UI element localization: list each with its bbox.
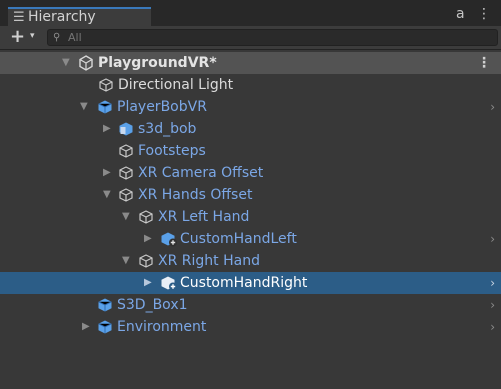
tree-row[interactable]: Directional Light (0, 74, 501, 96)
unity-scene-icon (78, 55, 94, 71)
tree-row-label: Directional Light (118, 77, 234, 93)
scene-header[interactable]: ▼ PlaygroundVR* ⋮ (0, 52, 501, 74)
create-button[interactable]: + (10, 27, 25, 47)
gameobject-icon (118, 165, 134, 181)
chevron-right-icon[interactable]: › (490, 99, 495, 115)
tree-row-selected[interactable]: ▶ CustomHandRight › (0, 272, 501, 294)
fold-arrow-collapsed-icon[interactable]: ▶ (144, 276, 152, 290)
tree-row-label: s3d_bob (138, 121, 197, 137)
fold-arrow-collapsed-icon[interactable]: ▶ (103, 166, 111, 180)
fold-arrow-expanded-icon[interactable]: ▼ (80, 100, 88, 114)
prefab-icon (97, 99, 113, 115)
tree-row[interactable]: ▶ XR Camera Offset (0, 162, 501, 184)
lock-icon[interactable]: a (456, 6, 465, 22)
tab-actions: a ⋮ (448, 6, 491, 22)
hierarchy-tree: ▼ PlaygroundVR* ⋮ Directional Light ▼ Pl… (0, 50, 501, 389)
tree-row-label: XR Camera Offset (138, 165, 264, 181)
tree-row[interactable]: ▶ s3d_bob (0, 118, 501, 140)
chevron-right-icon[interactable]: › (490, 297, 495, 313)
tree-row[interactable]: ▶ Environment › (0, 316, 501, 338)
tree-row[interactable]: ▼ XR Hands Offset (0, 184, 501, 206)
search-field[interactable]: ⚲ (47, 29, 498, 46)
tree-row[interactable]: Footsteps (0, 140, 501, 162)
tree-row[interactable]: ▼ PlayerBobVR › (0, 96, 501, 118)
fold-arrow-collapsed-icon[interactable]: ▶ (144, 232, 152, 246)
gameobject-icon (118, 187, 134, 203)
scene-menu-icon[interactable]: ⋮ (477, 54, 491, 72)
tab-strip: ☰ Hierarchy a ⋮ (0, 0, 501, 26)
tree-row[interactable]: ▶ CustomHandLeft › (0, 228, 501, 250)
hierarchy-list-icon: ☰ (13, 10, 25, 25)
gameobject-icon (138, 253, 154, 269)
tree-row-label: Footsteps (138, 143, 206, 159)
search-icon: ⚲ (53, 32, 61, 43)
chevron-down-icon[interactable]: ▾ (30, 31, 35, 41)
model-prefab-icon (118, 121, 134, 137)
added-prefab-icon (160, 275, 177, 291)
gameobject-icon (138, 209, 154, 225)
tree-row-label: Environment (117, 319, 207, 335)
tree-row-label: XR Hands Offset (138, 187, 253, 203)
fold-arrow-expanded-icon[interactable]: ▼ (122, 254, 130, 268)
tree-row[interactable]: S3D_Box1 › (0, 294, 501, 316)
prefab-icon (97, 297, 113, 313)
chevron-right-icon[interactable]: › (490, 319, 495, 335)
tree-row-label: CustomHandLeft (180, 231, 297, 247)
gameobject-icon (118, 143, 134, 159)
gameobject-icon (98, 77, 114, 93)
more-menu-icon[interactable]: ⋮ (477, 6, 491, 22)
fold-arrow-expanded-icon[interactable]: ▼ (122, 210, 130, 224)
chevron-right-icon[interactable]: › (490, 275, 495, 291)
tree-row-label: S3D_Box1 (117, 297, 188, 313)
added-prefab-icon (160, 231, 177, 247)
scene-name: PlaygroundVR* (98, 55, 217, 71)
fold-arrow-collapsed-icon[interactable]: ▶ (82, 320, 90, 334)
chevron-right-icon[interactable]: › (490, 231, 495, 247)
tree-row[interactable]: ▼ XR Right Hand (0, 250, 501, 272)
tree-row-label: XR Left Hand (158, 209, 250, 225)
search-input[interactable] (68, 30, 488, 45)
tab-title: Hierarchy (28, 9, 96, 25)
toolbar: + ▾ ⚲ (0, 26, 501, 50)
fold-arrow-expanded-icon[interactable]: ▼ (62, 56, 70, 70)
tree-row[interactable]: ▼ XR Left Hand (0, 206, 501, 228)
tab-hierarchy[interactable]: ☰ Hierarchy (8, 7, 151, 26)
hierarchy-window: ☰ Hierarchy a ⋮ + ▾ ⚲ ▼ PlaygroundVR* ⋮ (0, 0, 501, 389)
prefab-icon (97, 319, 113, 335)
tree-row-label: XR Right Hand (158, 253, 260, 269)
tree-row-label: CustomHandRight (180, 275, 308, 291)
fold-arrow-expanded-icon[interactable]: ▼ (103, 188, 111, 202)
fold-arrow-collapsed-icon[interactable]: ▶ (103, 122, 111, 136)
tree-row-label: PlayerBobVR (117, 99, 207, 115)
